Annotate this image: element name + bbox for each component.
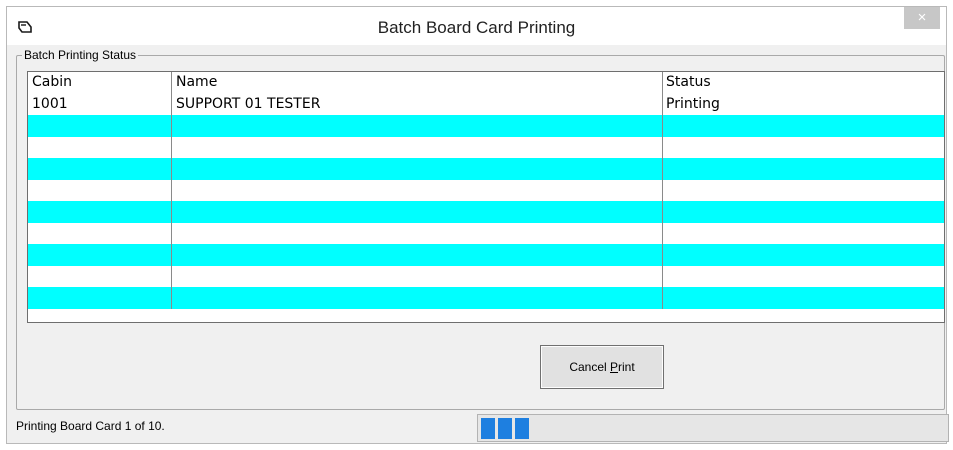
empty-cell <box>172 115 663 137</box>
status-bar: Printing Board Card 1 of 10. <box>16 414 949 442</box>
table-row[interactable] <box>28 201 944 223</box>
table-row[interactable] <box>28 158 944 180</box>
empty-cell <box>663 158 944 180</box>
empty-cell <box>28 287 172 309</box>
column-header-name[interactable]: Name <box>172 72 663 94</box>
empty-cell <box>172 265 663 287</box>
window-title: Batch Board Card Printing <box>377 18 576 37</box>
empty-cell <box>172 158 663 180</box>
empty-cell <box>663 287 944 309</box>
progress-block <box>498 418 512 439</box>
batch-printing-window: Batch Board Card Printing × Batch Printi… <box>6 6 949 444</box>
empty-cell <box>28 136 172 158</box>
column-header-status[interactable]: Status <box>663 72 944 94</box>
progress-fill <box>481 418 529 439</box>
empty-cell <box>172 136 663 158</box>
table-row[interactable] <box>28 244 944 266</box>
empty-cell <box>172 222 663 244</box>
table-row[interactable] <box>28 136 944 159</box>
close-button[interactable]: × <box>904 7 940 29</box>
grid-header: Cabin Name Status <box>28 72 944 94</box>
empty-cell <box>28 201 172 223</box>
cell-cabin: 1001 <box>28 93 172 115</box>
progress-block <box>481 418 495 439</box>
empty-cell <box>28 222 172 244</box>
table-row[interactable] <box>28 265 944 288</box>
table-row[interactable]: 1001 SUPPORT 01 TESTER Printing <box>28 93 944 115</box>
table-row[interactable] <box>28 287 944 309</box>
empty-cell <box>663 244 944 266</box>
empty-cell <box>28 265 172 287</box>
empty-cell <box>663 180 944 202</box>
empty-cell <box>172 287 663 309</box>
cancel-print-button[interactable]: Cancel Print <box>540 345 664 389</box>
empty-cell <box>663 266 944 288</box>
empty-cell <box>172 201 663 223</box>
empty-cell <box>28 179 172 201</box>
table-row[interactable] <box>28 222 944 245</box>
cell-name: SUPPORT 01 TESTER <box>172 93 663 115</box>
progress-bar <box>477 414 949 442</box>
column-header-cabin[interactable]: Cabin <box>28 72 172 94</box>
status-text: Printing Board Card 1 of 10. <box>16 419 165 433</box>
table-row[interactable] <box>28 179 944 202</box>
cancel-print-label: Cancel Print <box>569 360 635 374</box>
progress-block <box>515 418 529 439</box>
empty-cell <box>28 115 172 137</box>
group-label: Batch Printing Status <box>22 48 139 62</box>
table-row[interactable] <box>28 115 944 137</box>
empty-cell <box>663 115 944 137</box>
empty-cell <box>172 179 663 201</box>
cell-status: Printing <box>666 95 720 112</box>
empty-cell <box>663 137 944 159</box>
title-bar: Batch Board Card Printing × <box>7 7 946 45</box>
empty-cell <box>663 201 944 223</box>
empty-cell <box>28 158 172 180</box>
empty-cell <box>663 223 944 245</box>
empty-cell <box>28 244 172 266</box>
status-grid[interactable]: Cabin Name Status 1001 SUPPORT 01 TESTER… <box>27 71 945 323</box>
empty-cell <box>172 244 663 266</box>
